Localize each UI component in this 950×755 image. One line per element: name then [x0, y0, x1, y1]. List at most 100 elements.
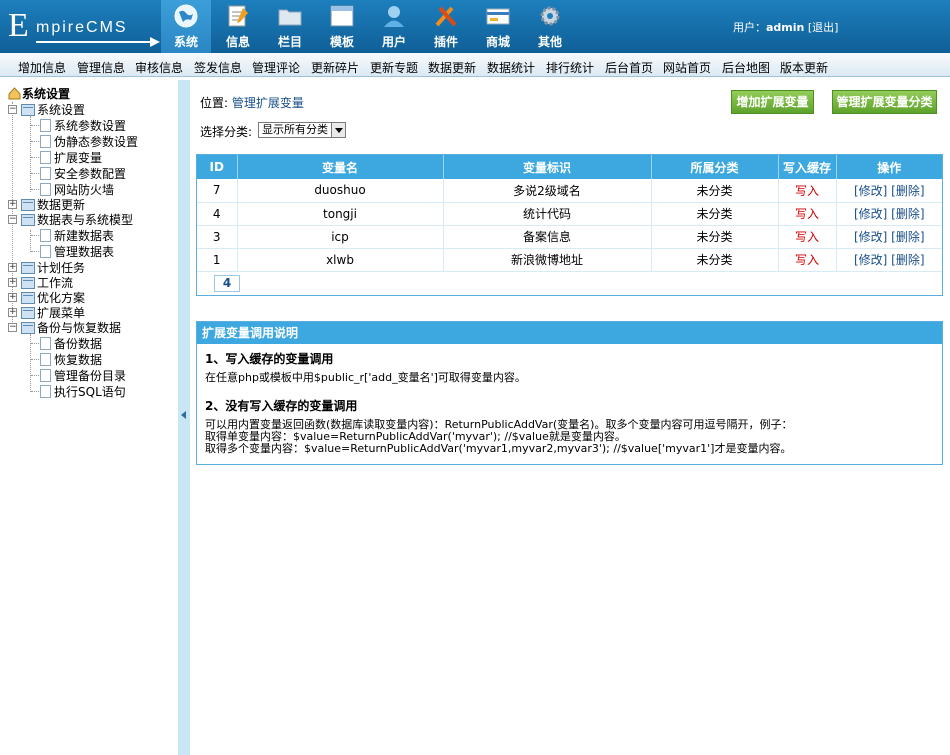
main-content: 位置: 管理扩展变量 增加扩展变量 管理扩展变量分类 选择分类: 显示所有分类 … — [190, 80, 950, 755]
subnav-rank-stats[interactable]: 排行统计 — [546, 59, 594, 76]
tree-group-tables-models[interactable]: 数据表与系统模型 — [37, 213, 133, 227]
window-icon — [330, 5, 354, 27]
help-section1-text: 在任意php或模板中用$public_r['add_变量名']可取得变量内容。 — [205, 371, 526, 384]
tree-group-data-update[interactable]: 数据更新 — [37, 198, 85, 212]
subnav-audit-info[interactable]: 审核信息 — [135, 59, 183, 76]
tree-toggle-icon[interactable]: − — [8, 323, 17, 332]
sub-nav: 增加信息 管理信息 审核信息 签发信息 管理评论 更新碎片 更新专题 数据更新 … — [0, 53, 950, 77]
delete-link[interactable]: [删除] — [891, 253, 924, 267]
mainnav-other[interactable]: 其他 — [525, 0, 575, 53]
mainnav-template[interactable]: 模板 — [317, 0, 367, 53]
tree-toggle-icon[interactable]: − — [8, 105, 17, 114]
tools-icon — [435, 6, 457, 27]
tree-item-manage-tables[interactable]: 管理数据表 — [54, 245, 114, 259]
tree-item-backup-data[interactable]: 备份数据 — [54, 337, 102, 351]
folder-icon — [21, 104, 35, 116]
page-icon — [40, 369, 51, 382]
tree-group-ext-menu[interactable]: 扩展菜单 — [37, 306, 85, 320]
subnav-admin-map[interactable]: 后台地图 — [722, 59, 770, 76]
tree-item-exec-sql[interactable]: 执行SQL语句 — [54, 385, 126, 399]
breadcrumb: 位置: 管理扩展变量 — [200, 96, 304, 110]
page-icon — [40, 119, 51, 132]
ext-var-table-box: ID 变量名 变量标识 所属分类 写入缓存 操作 7 duoshuo 多说2级域… — [196, 154, 943, 296]
collapse-arrow-icon[interactable] — [181, 411, 186, 419]
mainnav-shop[interactable]: 商城 — [473, 0, 523, 53]
subnav-update-topics[interactable]: 更新专题 — [370, 59, 418, 76]
tree-item-security[interactable]: 安全参数配置 — [54, 167, 126, 181]
col-header-category: 所属分类 — [651, 155, 779, 179]
subnav-data-stats[interactable]: 数据统计 — [487, 59, 535, 76]
subnav-data-update[interactable]: 数据更新 — [428, 59, 476, 76]
tree-item-pseudo-static[interactable]: 伪静态参数设置 — [54, 135, 138, 149]
mainnav-user[interactable]: 用户 — [369, 0, 419, 53]
tree-group-optimize[interactable]: 优化方案 — [37, 291, 85, 305]
subnav-update-fragments[interactable]: 更新碎片 — [311, 59, 359, 76]
user-icon — [384, 6, 404, 27]
tree-item-system-params[interactable]: 系统参数设置 — [54, 119, 126, 133]
breadcrumb-link[interactable]: 管理扩展变量 — [232, 96, 304, 110]
delete-link[interactable]: [删除] — [891, 230, 924, 244]
pagination-total: 4 — [214, 275, 240, 292]
logout-link[interactable]: [退出] — [808, 21, 839, 34]
tree-toggle-icon[interactable]: − — [8, 215, 17, 224]
folder-icon — [21, 307, 35, 319]
cache-status: 写入 — [778, 202, 837, 226]
help-section2-title: 2、没有写入缓存的变量调用 — [205, 399, 358, 413]
delete-link[interactable]: [删除] — [891, 184, 924, 198]
subnav-sign-info[interactable]: 签发信息 — [194, 59, 242, 76]
tree-root: 系统设置 — [22, 87, 71, 101]
folder-icon — [21, 277, 35, 289]
tree-item-backup-dir[interactable]: 管理备份目录 — [54, 369, 126, 383]
sidebar-splitter[interactable] — [178, 80, 190, 755]
tree-toggle-icon[interactable]: + — [8, 278, 17, 287]
manage-ext-var-class-button[interactable]: 管理扩展变量分类 — [832, 90, 937, 114]
subnav-version-update[interactable]: 版本更新 — [780, 59, 828, 76]
mainnav-plugin[interactable]: 插件 — [421, 0, 471, 53]
edit-link[interactable]: [修改] — [854, 230, 887, 244]
folder-icon — [278, 9, 302, 26]
category-select[interactable]: 显示所有分类 — [258, 122, 346, 138]
subnav-manage-info[interactable]: 管理信息 — [77, 59, 125, 76]
help-box: 扩展变量调用说明 1、写入缓存的变量调用 在任意php或模板中用$public_… — [196, 321, 943, 465]
folder-icon — [21, 214, 35, 226]
cache-status: 写入 — [778, 225, 837, 249]
mainnav-info[interactable]: 信息 — [213, 0, 263, 53]
subnav-admin-home[interactable]: 后台首页 — [605, 59, 653, 76]
notepad-icon — [228, 5, 248, 27]
help-section1-title: 1、写入缓存的变量调用 — [205, 352, 334, 366]
delete-link[interactable]: [删除] — [891, 207, 924, 221]
tree-item-ext-vars[interactable]: 扩展变量 — [54, 151, 102, 165]
tree-toggle-icon[interactable]: + — [8, 263, 17, 272]
page-icon — [40, 245, 51, 258]
help-section2-line3: 取得多个变量内容：$value=ReturnPublicAddVar('myva… — [205, 442, 792, 455]
table-row: 1 xlwb 新浪微博地址 未分类 写入 [修改] [删除] — [197, 248, 942, 272]
tree-toggle-icon[interactable]: + — [8, 200, 17, 209]
mainnav-column[interactable]: 栏目 — [265, 0, 315, 53]
chevron-down-icon[interactable] — [331, 123, 345, 137]
subnav-manage-comments[interactable]: 管理评论 — [252, 59, 300, 76]
edit-link[interactable]: [修改] — [854, 184, 887, 198]
card-icon — [486, 8, 510, 25]
page-icon — [40, 183, 51, 196]
col-header-name: 变量名 — [237, 155, 444, 179]
edit-link[interactable]: [修改] — [854, 253, 887, 267]
logo: E mpireCMS — [8, 9, 160, 47]
tree-group-cron[interactable]: 计划任务 — [37, 261, 85, 275]
category-select-label: 选择分类: — [200, 125, 253, 139]
folder-icon — [21, 199, 35, 211]
tree-group-system-settings[interactable]: 系统设置 — [37, 103, 85, 117]
page-icon — [40, 229, 51, 242]
tree-item-new-table[interactable]: 新建数据表 — [54, 229, 114, 243]
tree-group-workflow[interactable]: 工作流 — [37, 276, 73, 290]
edit-link[interactable]: [修改] — [854, 207, 887, 221]
tree-toggle-icon[interactable]: + — [8, 308, 17, 317]
page-icon — [40, 353, 51, 366]
subnav-site-home[interactable]: 网站首页 — [663, 59, 711, 76]
subnav-add-info[interactable]: 增加信息 — [18, 59, 66, 76]
mainnav-system[interactable]: 系统 — [161, 0, 211, 53]
tree-group-backup[interactable]: 备份与恢复数据 — [37, 321, 121, 335]
tree-toggle-icon[interactable]: + — [8, 293, 17, 302]
tree-item-firewall[interactable]: 网站防火墙 — [54, 183, 114, 197]
tree-item-restore-data[interactable]: 恢复数据 — [54, 353, 102, 367]
add-ext-var-button[interactable]: 增加扩展变量 — [731, 90, 814, 114]
